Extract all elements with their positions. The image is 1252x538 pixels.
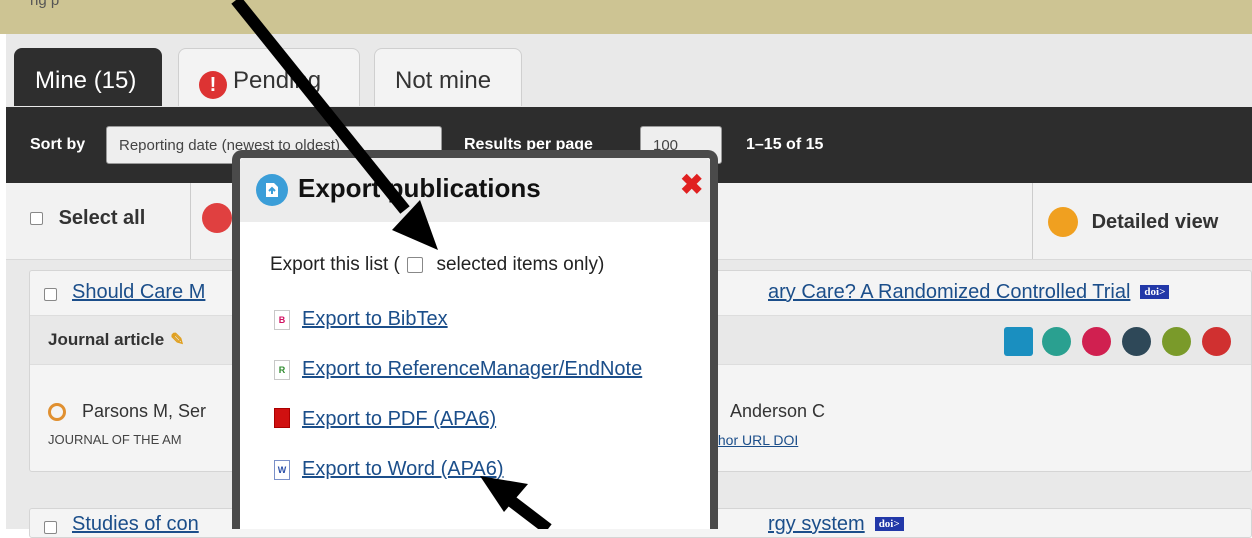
publication-title-right[interactable]: ary Care? A Randomized Controlled Trial d…	[768, 281, 1170, 304]
toolbar-divider	[190, 183, 191, 259]
pencil-icon[interactable]: ✎	[170, 330, 184, 349]
bibtex-file-icon: B	[274, 310, 290, 330]
toolbar-divider	[1032, 183, 1033, 259]
tab-mine-label: Mine (15)	[35, 67, 137, 94]
authors-right: Anderson C	[730, 401, 826, 421]
tab-pending-label: Pending	[233, 67, 322, 94]
pdf-file-icon	[274, 408, 290, 428]
publication-checkbox[interactable]	[44, 521, 57, 534]
export-this-list-label: Export this list (	[270, 254, 400, 275]
select-all[interactable]: Select all	[30, 207, 145, 230]
doi-badge[interactable]: doi>	[1140, 285, 1170, 299]
export-bibtex-link[interactable]: Export to BibTex	[302, 308, 448, 331]
endnote-file-icon: R	[274, 360, 290, 380]
tab-mine[interactable]: Mine (15)	[14, 48, 162, 106]
publication-title-right-text: ary Care? A Randomized Controlled Trial	[768, 281, 1131, 303]
export-pdf-link[interactable]: Export to PDF (APA6)	[302, 408, 496, 431]
selected-only-checkbox[interactable]	[407, 256, 424, 273]
selected-only-label: selected items only)	[436, 254, 605, 275]
upload-icon[interactable]	[1004, 327, 1033, 356]
expand-view-icon	[1048, 207, 1078, 237]
publication-title-right-text: rgy system	[768, 513, 865, 535]
notice-text: ng p	[30, 0, 60, 9]
export-endnote-link[interactable]: Export to ReferenceManager/EndNote	[302, 358, 642, 381]
search-icon[interactable]	[1042, 327, 1071, 356]
detailed-view-label: Detailed view	[1091, 210, 1219, 233]
publication-title-right[interactable]: rgy system doi>	[768, 513, 904, 536]
authors-left: Parsons M, Ser	[82, 401, 207, 421]
result-range: 1–15 of 15	[746, 136, 824, 153]
tab-pending[interactable]: ! Pending	[178, 48, 360, 106]
tab-not-mine[interactable]: Not mine	[374, 48, 522, 106]
publication-type: Journal article ✎	[48, 330, 184, 350]
export-word-link[interactable]: Export to Word (APA6)	[302, 458, 504, 481]
detailed-view-button[interactable]: Detailed view	[1048, 207, 1218, 237]
sort-by-label: Sort by	[30, 136, 86, 153]
tab-not-mine-label: Not mine	[395, 67, 492, 94]
delete-icon[interactable]	[1202, 327, 1231, 356]
delete-selected-icon[interactable]	[202, 203, 232, 233]
select-all-checkbox[interactable]	[30, 212, 43, 226]
publication-links[interactable]: thor URL DOI	[714, 432, 798, 448]
select-all-label: Select all	[58, 207, 146, 229]
export-dialog-title: Export publications	[298, 173, 541, 203]
alert-icon: !	[199, 71, 227, 99]
export-dialog-header: Export publications ✖	[240, 158, 710, 222]
publication-type-label: Journal article	[48, 330, 165, 349]
word-file-icon: W	[274, 460, 290, 480]
top-notice-bar: ng p	[0, 0, 1252, 34]
hide-icon[interactable]	[1162, 327, 1191, 356]
export-dialog: Export publications ✖ Export this list (…	[232, 150, 718, 529]
export-scope-row: Export this list ( selected items only)	[270, 254, 604, 276]
close-icon[interactable]: ✖	[680, 168, 703, 201]
eye-icon[interactable]	[1122, 327, 1151, 356]
publication-title-left[interactable]: Should Care M	[72, 281, 205, 304]
export-icon	[256, 174, 288, 206]
journal-name: JOURNAL OF THE AM	[48, 432, 182, 447]
orcid-ring-icon	[48, 403, 66, 421]
publication-checkbox[interactable]	[44, 288, 57, 301]
publication-title-left[interactable]: Studies of con	[72, 513, 199, 536]
heart-icon[interactable]	[1082, 327, 1111, 356]
